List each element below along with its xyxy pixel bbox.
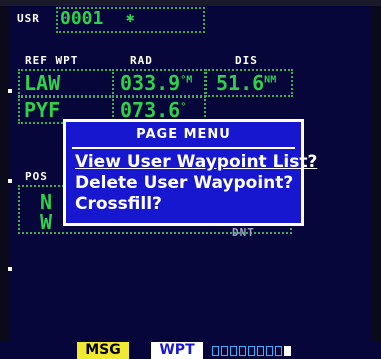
dis-number-1: 51.6	[216, 71, 265, 95]
page-dot	[266, 346, 273, 356]
dis-value-1: 51.6NM	[216, 71, 276, 95]
rad-value-1: 033.9°M	[120, 71, 192, 95]
side-mark-3	[8, 267, 12, 271]
side-mark-2	[8, 179, 12, 183]
ref-wpt-2: PYF	[24, 98, 61, 122]
menu-item-delete-user-waypoint[interactable]: Delete User Waypoint?	[75, 173, 293, 193]
page-dot	[248, 346, 255, 356]
column-dis: DIS	[235, 54, 258, 67]
rad-unit-2: °	[180, 101, 187, 113]
menu-item-view-user-waypoint-list[interactable]: View User Waypoint List?	[75, 152, 317, 172]
page-dot	[284, 346, 291, 356]
page-menu-divider	[72, 147, 295, 149]
page-dot	[212, 346, 219, 356]
menu-item-crossfill[interactable]: Crossfill?	[75, 194, 162, 214]
page-dot	[239, 346, 246, 356]
column-ref-wpt: REF WPT	[25, 54, 79, 67]
page-indicator	[212, 346, 291, 356]
usr-symbol: ✱	[126, 10, 135, 26]
column-rad: RAD	[130, 54, 153, 67]
page-menu-popup: PAGE MENU View User Waypoint List? Delet…	[63, 119, 317, 226]
position-label: POS	[25, 170, 48, 183]
usr-label: USR	[17, 12, 40, 25]
side-mark-1	[8, 89, 12, 93]
rad-number-1: 033.9	[120, 71, 181, 95]
dis-unit-1: NM	[264, 74, 277, 86]
msg-annunciator[interactable]: MSG	[77, 342, 129, 359]
page-dot	[221, 346, 228, 356]
page-dot	[275, 346, 282, 356]
page-menu-title: PAGE MENU	[136, 127, 231, 142]
position-lon-fragment: W	[40, 210, 53, 234]
page-dot	[257, 346, 264, 356]
ref-wpt-1: LAW	[24, 71, 61, 95]
wpt-page-group: WPT	[151, 342, 203, 359]
position-time-fragment: DNT	[232, 226, 255, 239]
gps-screen: USR 0001 ✱ REF WPT RAD DIS LAW 033.9°M 5…	[0, 0, 381, 359]
usr-field-value: 0001	[60, 8, 104, 29]
page-dot	[230, 346, 237, 356]
rad-unit-1: °M	[180, 74, 193, 86]
